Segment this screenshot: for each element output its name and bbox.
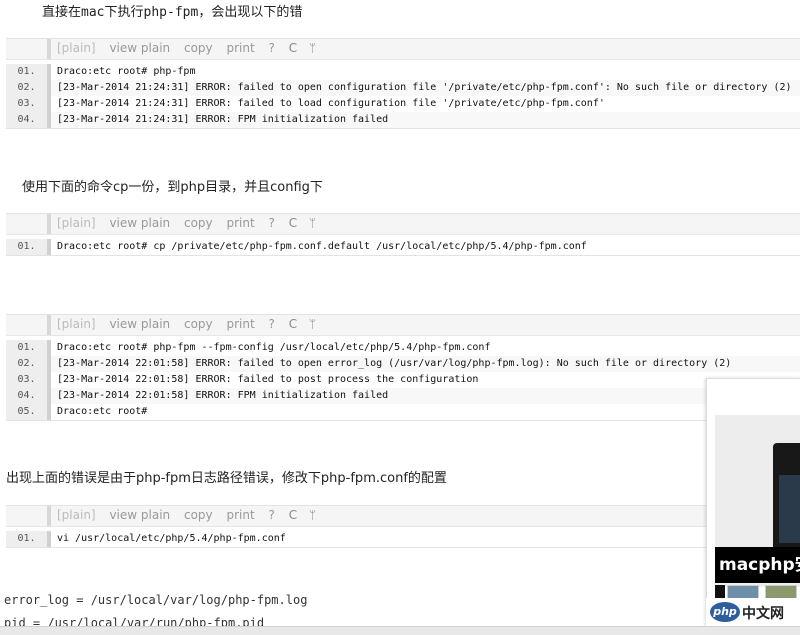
line-number: 01. xyxy=(6,239,47,255)
code-line: 01. Draco:etc root# cp /private/etc/php-f… xyxy=(6,239,800,255)
line-text: Draco:etc root# cp /private/etc/php-fpm.… xyxy=(57,241,587,252)
line-number: 03. xyxy=(6,96,47,112)
fork-icon[interactable]: ᛘ xyxy=(309,508,316,522)
code-line: 04. [23-Mar-2014 22:01:58] ERROR: FPM ini… xyxy=(6,388,800,404)
line-number: 02. xyxy=(6,356,47,372)
line-text: Draco:etc root# php-fpm xyxy=(57,66,196,77)
code-toolbar: [plain] view plain copy print ? C ᛘ xyxy=(6,506,800,527)
print-link[interactable]: print xyxy=(226,41,254,55)
codecopy-icon[interactable]: C xyxy=(289,41,297,55)
code-line: 03. [23-Mar-2014 22:01:58] ERROR: failed … xyxy=(6,372,800,388)
line-text: [23-Mar-2014 21:24:31] ERROR: failed to … xyxy=(57,82,792,93)
code-toolbar: [plain] view plain copy print ? C ᛘ xyxy=(6,39,800,60)
code-toolbar: [plain] view plain copy print ? C ᛘ xyxy=(6,214,800,235)
ad-popup[interactable]: macphp安 xyxy=(706,378,800,628)
code-line: 05. Draco:etc root# xyxy=(6,404,800,420)
copy-link[interactable]: copy xyxy=(184,216,213,230)
codecopy-icon[interactable]: C xyxy=(289,317,297,331)
php-logo-icon: php xyxy=(710,602,740,622)
line-text: [23-Mar-2014 21:24:31] ERROR: FPM initia… xyxy=(57,114,389,125)
copy-link[interactable]: copy xyxy=(184,508,213,522)
fork-icon[interactable]: ᛘ xyxy=(309,41,316,55)
help-link[interactable]: ? xyxy=(269,317,275,331)
line-number: 05. xyxy=(6,404,47,420)
intro-text: 直接在 xyxy=(42,5,82,20)
copy-link[interactable]: copy xyxy=(184,41,213,55)
print-link[interactable]: print xyxy=(226,508,254,522)
code-toolbar: [plain] view plain copy print ? C ᛘ xyxy=(6,315,800,336)
code-block-2: [plain] view plain copy print ? C ᛘ 01. D… xyxy=(6,213,800,256)
intro-paragraph: 直接在mac下执行php-fpm，会出现以下的错 xyxy=(42,1,302,20)
cp-paragraph: 使用下面的命令cp一份，到php目录，并且config下 xyxy=(22,180,323,195)
code-line: 02. [23-Mar-2014 22:01:58] ERROR: failed … xyxy=(6,356,800,372)
plain-link[interactable]: [plain] xyxy=(57,317,96,331)
fix-paragraph: 出现上面的错误是由于php-fpm日志路径错误，修改下php-fpm.conf的… xyxy=(6,471,447,486)
code-block-1: [plain] view plain copy print ? C ᛘ 01. D… xyxy=(6,38,800,129)
line-text: Draco:etc root# php-fpm --fpm-config /us… xyxy=(57,342,491,353)
line-text: [23-Mar-2014 22:01:58] ERROR: failed to … xyxy=(57,358,732,369)
code-line: 01. vi /usr/local/etc/php/5.4/php-fpm.con… xyxy=(6,531,800,547)
php-cn-logo[interactable]: php 中文网 xyxy=(706,598,800,628)
help-link[interactable]: ? xyxy=(269,508,275,522)
line-text: vi /usr/local/etc/php/5.4/php-fpm.conf xyxy=(57,533,286,544)
help-link[interactable]: ? xyxy=(269,216,275,230)
line-number: 02. xyxy=(6,80,47,96)
code-line: 03. [23-Mar-2014 21:24:31] ERROR: failed … xyxy=(6,96,800,112)
code-line: 02. [23-Mar-2014 21:24:31] ERROR: failed … xyxy=(6,80,800,96)
fork-icon[interactable]: ᛘ xyxy=(309,216,316,230)
print-link[interactable]: print xyxy=(226,317,254,331)
code-line: 04. [23-Mar-2014 21:24:31] ERROR: FPM ini… xyxy=(6,112,800,128)
print-link[interactable]: print xyxy=(226,216,254,230)
line-text: Draco:etc root# xyxy=(57,406,148,417)
line-number: 01. xyxy=(6,64,47,80)
fork-icon[interactable]: ᛘ xyxy=(309,317,316,331)
intro-text: 下执行 xyxy=(104,5,144,20)
help-link[interactable]: ? xyxy=(269,41,275,55)
view-plain-link[interactable]: view plain xyxy=(109,508,170,522)
line-number: 01. xyxy=(6,340,47,356)
code-block-4: [plain] view plain copy print ? C ᛘ 01. v… xyxy=(6,505,800,548)
view-plain-link[interactable]: view plain xyxy=(109,41,170,55)
inline-code-mac: mac xyxy=(81,5,105,20)
config-line-error-log: error_log = /usr/local/var/log/php-fpm.l… xyxy=(4,593,308,607)
line-number: 03. xyxy=(6,372,47,388)
copy-link[interactable]: copy xyxy=(184,317,213,331)
line-text: [23-Mar-2014 21:24:31] ERROR: failed to … xyxy=(57,98,605,109)
inline-code-php-fpm: php-fpm xyxy=(143,5,199,20)
line-number: 01. xyxy=(6,531,47,547)
line-number: 04. xyxy=(6,388,47,404)
code-line: 01. Draco:etc root# php-fpm xyxy=(6,64,800,80)
ad-banner-text[interactable]: macphp安 xyxy=(715,547,800,583)
view-plain-link[interactable]: view plain xyxy=(109,216,170,230)
view-plain-link[interactable]: view plain xyxy=(109,317,170,331)
codecopy-icon[interactable]: C xyxy=(289,508,297,522)
plain-link[interactable]: [plain] xyxy=(57,216,96,230)
intro-text: ，会出现以下的错 xyxy=(198,5,303,20)
line-number: 04. xyxy=(6,112,47,128)
logo-text: 中文网 xyxy=(742,606,784,622)
codecopy-icon[interactable]: C xyxy=(289,216,297,230)
line-text: [23-Mar-2014 22:01:58] ERROR: FPM initia… xyxy=(57,390,389,401)
line-text: [23-Mar-2014 22:01:58] ERROR: failed to … xyxy=(57,374,479,385)
code-line: 01. Draco:etc root# php-fpm --fpm-config … xyxy=(6,340,800,356)
plain-link[interactable]: [plain] xyxy=(57,508,96,522)
code-block-3: [plain] view plain copy print ? C ᛘ 01. D… xyxy=(6,314,800,421)
plain-link[interactable]: [plain] xyxy=(57,41,96,55)
